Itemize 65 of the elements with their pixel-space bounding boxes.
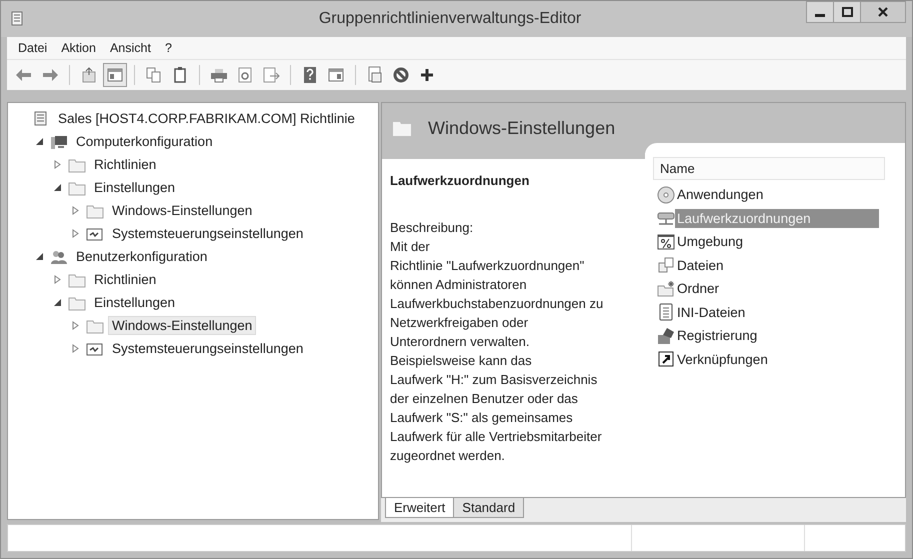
- menu-item[interactable]: Ansicht: [102, 39, 158, 57]
- folder-icon: [86, 318, 104, 334]
- collapsed-arrow-icon[interactable]: [70, 229, 80, 238]
- list-item[interactable]: INI-Dateien: [675, 302, 879, 322]
- files-icon: [657, 256, 675, 274]
- tree-pane-icon[interactable]: [103, 63, 127, 87]
- tree-item[interactable]: Systemsteuerungseinstellungen: [108, 339, 308, 358]
- close-button[interactable]: [860, 1, 906, 23]
- folder-icon: [68, 156, 86, 172]
- tree-item[interactable]: Einstellungen: [90, 178, 180, 197]
- expanded-arrow-icon[interactable]: [34, 252, 44, 261]
- folder-icon: [68, 294, 86, 310]
- maximize-button[interactable]: [833, 1, 861, 23]
- expanded-arrow-icon[interactable]: [52, 298, 62, 307]
- control-panel-icon: [86, 340, 104, 356]
- window-title: Gruppenrichtlinienverwaltungs-Editor: [318, 10, 582, 28]
- tree-item[interactable]: Sales [HOST4.CORP.FABRIKAM.COM] Richtlinie: [54, 109, 359, 128]
- tree-item[interactable]: Einstellungen: [90, 293, 180, 312]
- section-title: Windows-Einstellungen: [428, 118, 616, 138]
- disc-icon: [657, 186, 675, 204]
- list-item[interactable]: Verknüpfungen: [675, 350, 879, 369]
- collapsed-arrow-icon[interactable]: [70, 206, 80, 215]
- list-item[interactable]: Umgebung: [675, 232, 879, 252]
- menu-item[interactable]: Datei: [11, 39, 54, 57]
- tree-item[interactable]: Richtlinien: [90, 155, 160, 174]
- tree-item[interactable]: Systemsteuerungseinstellungen: [108, 224, 308, 243]
- folder-icon: [86, 202, 104, 218]
- folder-icon: [68, 272, 86, 288]
- shortcut-icon: [657, 350, 675, 368]
- folder-icon: [68, 180, 86, 196]
- list-item[interactable]: Registrierung: [675, 326, 879, 346]
- tab[interactable]: Erweitert: [385, 498, 454, 518]
- app-icon: [11, 11, 23, 27]
- column-header[interactable]: Name: [654, 161, 695, 176]
- menu-item[interactable]: Aktion: [54, 39, 103, 57]
- control-panel-icon: [86, 226, 104, 242]
- minimize-icon: [815, 14, 825, 16]
- collapsed-arrow-icon[interactable]: [70, 321, 80, 330]
- ini-icon: [657, 303, 675, 322]
- item-title: Laufwerkzuordnungen: [390, 173, 530, 188]
- expanded-arrow-icon[interactable]: [52, 183, 62, 192]
- tree-item[interactable]: Windows-Einstellungen: [108, 316, 256, 335]
- folder-icon: [392, 119, 412, 137]
- maximize-icon: [842, 7, 852, 17]
- expanded-arrow-icon[interactable]: [34, 137, 44, 146]
- percent-icon: [657, 232, 675, 251]
- users-icon: [50, 248, 68, 264]
- new-folder-icon: [657, 280, 675, 298]
- collapsed-arrow-icon[interactable]: [70, 344, 80, 353]
- description-label: Beschreibung:: [390, 219, 474, 237]
- collapsed-arrow-icon[interactable]: [52, 160, 62, 169]
- list-item[interactable]: Dateien: [675, 256, 879, 275]
- collapsed-arrow-icon[interactable]: [52, 275, 62, 284]
- computer-icon: [50, 134, 68, 150]
- tree-item[interactable]: Computerkonfiguration: [72, 132, 217, 151]
- description-text: Mit der Richtlinie "Laufwerkzuordnungen" können Administratoren Laufwerkbuchstabenzuordnungen zu Netzwerkfreigaben oder Unterordnern verwalten. Beispielsweise kann das Laufwerk "H:" zum Basisverzeichnis der einzelnen Benutzer oder das Laufwerk "S:" als gemeinsames Laufwerk für alle Vertriebsmitarbeiter zugeordnet werden.: [390, 238, 604, 465]
- tree-item[interactable]: Windows-Einstellungen: [108, 201, 256, 220]
- list-item[interactable]: Ordner: [675, 279, 879, 298]
- tree-item[interactable]: Benutzerkonfiguration: [72, 247, 212, 266]
- minimize-button[interactable]: [806, 1, 834, 23]
- tab[interactable]: Standard: [453, 498, 524, 518]
- list-item[interactable]: Anwendungen: [675, 185, 879, 204]
- close-icon: [878, 7, 888, 17]
- menu-item[interactable]: ?: [158, 39, 179, 57]
- tree-item[interactable]: Richtlinien: [90, 270, 160, 289]
